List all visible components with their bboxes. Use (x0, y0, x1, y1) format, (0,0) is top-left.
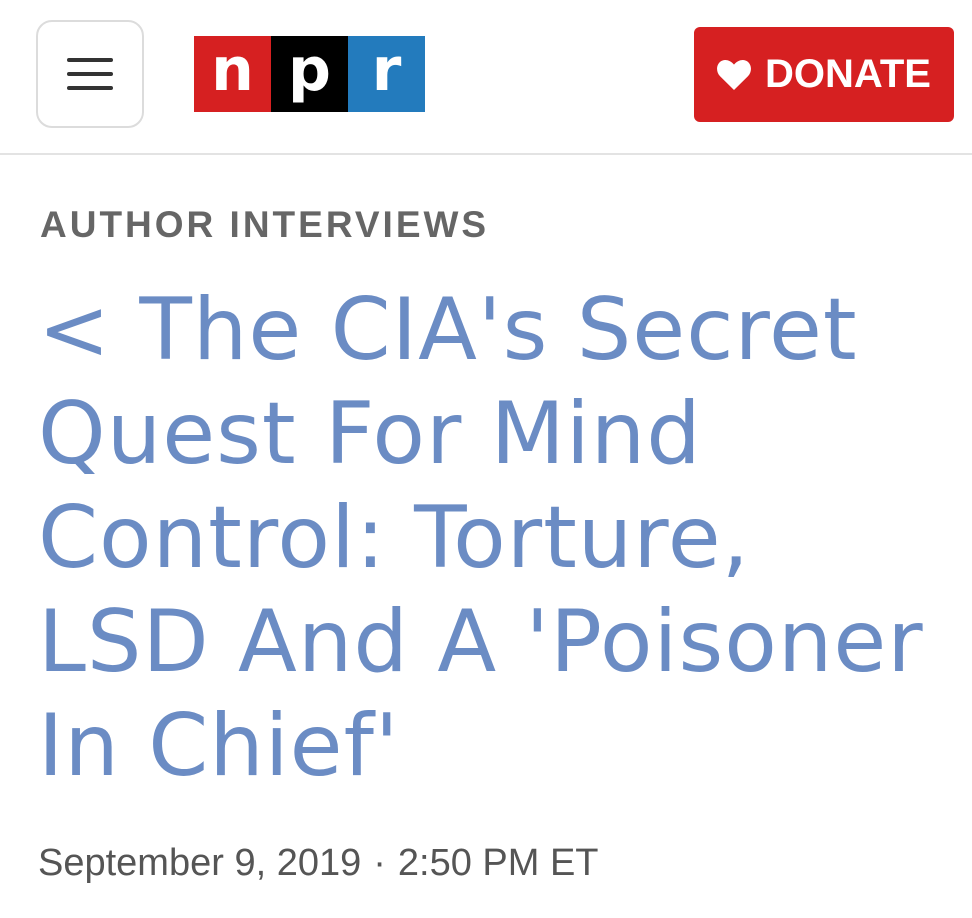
logo-letter-n: n (194, 36, 271, 112)
section-label[interactable]: AUTHOR INTERVIEWS (40, 204, 489, 246)
site-header: n p r DONATE (0, 0, 972, 155)
date-separator: · (373, 842, 386, 884)
menu-button[interactable] (36, 20, 144, 128)
donate-button[interactable]: DONATE (694, 27, 954, 122)
publish-date: September 9, 2019 (38, 842, 362, 884)
hamburger-menu-icon (67, 58, 113, 90)
npr-logo[interactable]: n p r (194, 36, 425, 112)
logo-letter-p: p (271, 36, 348, 112)
article-headline[interactable]: < The CIA's Secret Quest For Mind Contro… (38, 278, 938, 798)
publish-time: 2:50 PM ET (397, 842, 599, 884)
article-page: n p r DONATE AUTHOR INTERVIEWS < The CIA… (0, 0, 972, 918)
heart-icon (717, 59, 751, 90)
donate-label: DONATE (765, 52, 931, 96)
logo-letter-r: r (348, 36, 425, 112)
dateline: September 9, 2019 · 2:50 PM ET (38, 842, 599, 885)
